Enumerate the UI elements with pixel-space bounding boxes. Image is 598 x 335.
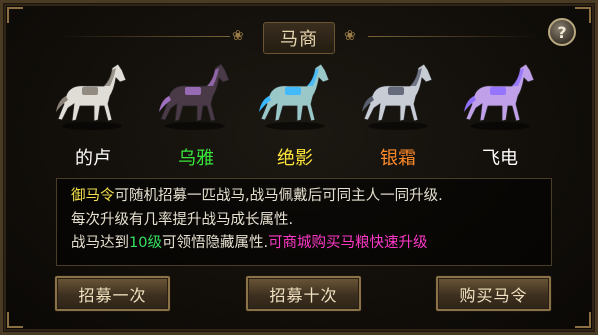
- frame-corner: [575, 312, 591, 328]
- horse-name-4: 银霜: [380, 148, 416, 169]
- info-line-3: 战马达到10级可领悟隐藏属性.可商城购买马粮快速升级: [71, 232, 537, 256]
- shop-promo-text: 可商城购买马粮快速升级: [268, 235, 428, 251]
- horse-portrait-3[interactable]: [255, 56, 335, 132]
- horse-portrait-1[interactable]: [52, 56, 132, 132]
- horse-name-2: 乌雅: [178, 148, 214, 169]
- title-divider-right: [368, 36, 538, 37]
- horse-portrait-2[interactable]: [155, 56, 235, 132]
- frame-corner: [7, 312, 23, 328]
- title-divider-left: [60, 36, 230, 37]
- info-line-1-text: 可随机招募一匹战马,战马佩戴后可同主人一同升级.: [114, 188, 443, 204]
- level-requirement: 10级: [129, 235, 162, 251]
- horse-name-5: 飞电: [482, 148, 518, 169]
- ornament-swirl-icon: ❀: [344, 28, 356, 44]
- black-horse-icon: [159, 63, 230, 130]
- horse-portrait-4[interactable]: [358, 56, 438, 132]
- frame-corner: [7, 7, 23, 23]
- purple-spectral-horse-icon: [464, 63, 535, 130]
- token-name: 御马令: [71, 188, 115, 204]
- info-line-3-mid: 可领悟隐藏属性.: [161, 235, 269, 251]
- horse-name-1: 的卢: [75, 148, 111, 169]
- info-panel: 御马令可随机招募一匹战马,战马佩戴后可同主人一同升级. 每次升级有几率提升战马成…: [56, 178, 552, 266]
- silver-armored-horse-icon: [362, 63, 433, 130]
- blue-armored-horse-icon: [259, 63, 330, 130]
- buy-token-button[interactable]: 购买马令: [436, 276, 551, 311]
- recruit-ten-button[interactable]: 招募十次: [246, 276, 361, 311]
- help-button[interactable]: ?: [548, 18, 576, 46]
- ornament-swirl-icon: ❀: [232, 28, 244, 44]
- white-horse-icon: [56, 63, 127, 130]
- recruit-once-button[interactable]: 招募一次: [55, 276, 170, 311]
- info-line-3-prefix: 战马达到: [71, 235, 129, 251]
- frame-corner: [575, 7, 591, 23]
- question-mark-icon: ?: [557, 22, 567, 42]
- window-title: 马商: [280, 29, 318, 50]
- info-line-1: 御马令可随机招募一匹战马,战马佩戴后可同主人一同升级.: [71, 185, 537, 209]
- title-plate: 马商: [263, 22, 335, 54]
- info-line-2: 每次升级有几率提升战马成长属性.: [71, 211, 294, 228]
- horse-name-3: 绝影: [277, 148, 313, 169]
- horse-portrait-5[interactable]: [460, 56, 540, 132]
